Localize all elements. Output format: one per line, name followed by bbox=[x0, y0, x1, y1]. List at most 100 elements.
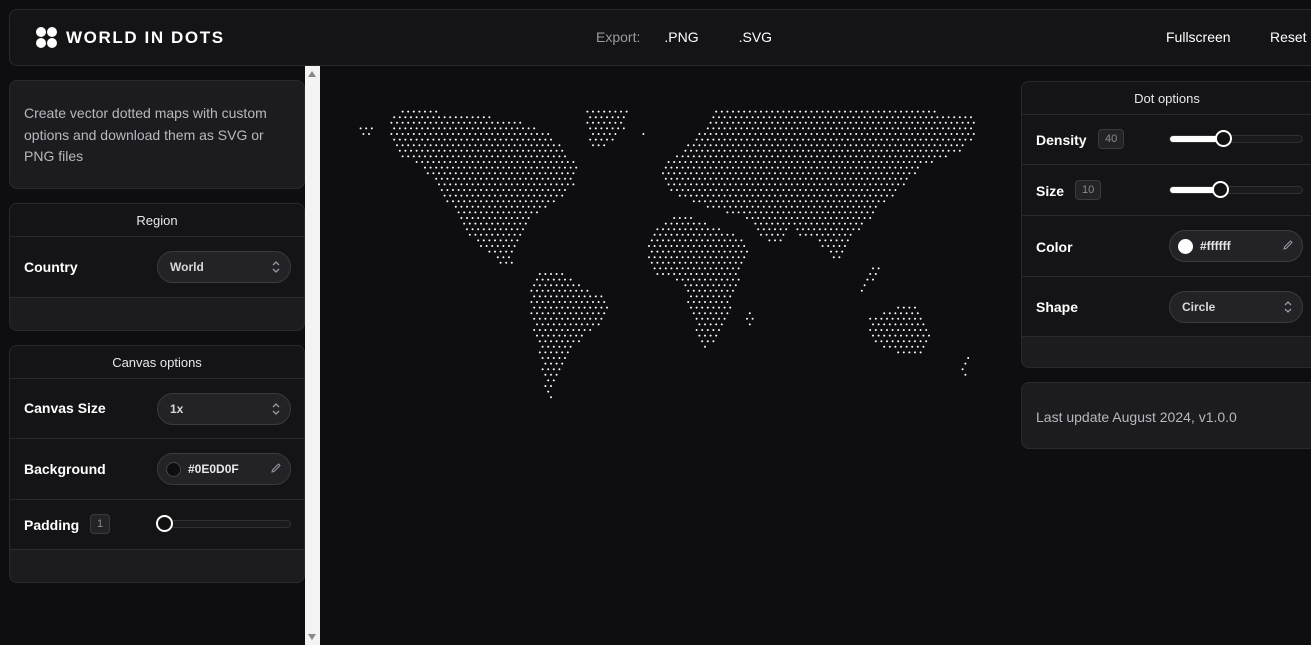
map-dot bbox=[404, 116, 407, 119]
map-dot bbox=[715, 334, 718, 337]
background-color-input[interactable]: #0E0D0F bbox=[157, 453, 291, 485]
map-dot bbox=[480, 233, 482, 236]
map-dot bbox=[897, 317, 900, 320]
map-dot bbox=[732, 155, 734, 158]
map-dot bbox=[681, 222, 684, 225]
map-dot bbox=[536, 177, 538, 180]
map-dot bbox=[790, 217, 793, 219]
fullscreen-button[interactable]: Fullscreen bbox=[1166, 29, 1231, 45]
map-dot bbox=[695, 228, 698, 231]
map-dot bbox=[690, 183, 692, 186]
pencil-icon[interactable] bbox=[1282, 239, 1294, 251]
map-dot bbox=[796, 149, 799, 152]
map-dot bbox=[513, 211, 516, 214]
scroll-down-icon[interactable] bbox=[308, 634, 316, 640]
map-dot bbox=[701, 284, 704, 287]
map-dot bbox=[930, 127, 933, 130]
app-logo[interactable]: WORLD IN DOTS bbox=[36, 27, 225, 49]
map-dot bbox=[412, 133, 415, 135]
map-dot bbox=[835, 161, 838, 163]
map-dot bbox=[440, 177, 443, 180]
map-dot bbox=[958, 149, 961, 152]
map-dot bbox=[762, 228, 765, 231]
map-dot bbox=[732, 289, 734, 292]
map-dot bbox=[390, 133, 393, 135]
pencil-icon[interactable] bbox=[270, 462, 282, 474]
map-dot bbox=[505, 239, 508, 242]
map-dot bbox=[463, 133, 466, 135]
map-dot bbox=[488, 250, 491, 253]
map-dot bbox=[762, 217, 765, 219]
map-dot bbox=[720, 301, 723, 303]
map-dot bbox=[482, 161, 485, 163]
map-dot bbox=[726, 289, 729, 292]
map-dot bbox=[706, 138, 709, 141]
map-dot bbox=[844, 222, 846, 225]
map-dot bbox=[771, 211, 774, 214]
map-dot bbox=[908, 127, 911, 130]
map-dot bbox=[712, 295, 715, 298]
map-dot bbox=[897, 183, 900, 186]
map-dot bbox=[944, 155, 947, 158]
map-dot bbox=[914, 351, 916, 354]
chevron-up-down-icon bbox=[272, 261, 280, 273]
map-dot bbox=[734, 250, 737, 253]
padding-slider[interactable] bbox=[156, 515, 291, 532]
map-dot bbox=[807, 172, 810, 175]
map-dot bbox=[656, 239, 659, 242]
density-label: Density bbox=[1036, 132, 1087, 148]
shape-select[interactable]: Circle bbox=[1169, 291, 1303, 323]
map-dot bbox=[510, 205, 513, 208]
map-dot bbox=[734, 284, 737, 287]
map-dot bbox=[810, 144, 813, 147]
map-dot bbox=[555, 149, 558, 152]
map-dot bbox=[877, 144, 880, 147]
map-dot bbox=[723, 295, 726, 298]
map-dot bbox=[897, 127, 900, 130]
map-dot bbox=[667, 228, 670, 231]
map-dot bbox=[712, 194, 715, 197]
map-dot bbox=[748, 110, 751, 113]
map-dot bbox=[527, 149, 530, 152]
map-dot bbox=[762, 183, 765, 186]
map-dot bbox=[552, 289, 555, 292]
map-dot bbox=[751, 194, 754, 197]
map-dot bbox=[541, 278, 544, 281]
density-slider[interactable] bbox=[1169, 130, 1303, 147]
map-dot bbox=[578, 317, 580, 320]
map-dot bbox=[502, 177, 505, 180]
scroll-up-icon[interactable] bbox=[308, 71, 316, 77]
map-dot bbox=[544, 273, 547, 275]
dot-color-input[interactable]: #ffffff bbox=[1169, 230, 1303, 262]
canvas-size-select[interactable]: 1x bbox=[157, 393, 291, 425]
map-dot bbox=[550, 295, 552, 298]
map-dot bbox=[947, 127, 950, 130]
map-dot bbox=[695, 273, 698, 275]
map-dot bbox=[883, 144, 886, 147]
map-dot bbox=[438, 183, 440, 186]
map-dot bbox=[928, 121, 930, 124]
map-dot bbox=[695, 317, 698, 320]
map-dot bbox=[726, 312, 729, 315]
reset-button[interactable]: Reset bbox=[1270, 29, 1307, 45]
size-slider-thumb[interactable] bbox=[1212, 181, 1229, 198]
export-png-button[interactable]: .PNG bbox=[664, 29, 698, 45]
map-dot bbox=[762, 194, 765, 197]
map-dot bbox=[734, 138, 737, 141]
density-slider-thumb[interactable] bbox=[1215, 130, 1232, 147]
sidebar-scrollbar[interactable] bbox=[305, 66, 320, 645]
map-dot bbox=[555, 194, 558, 197]
size-slider[interactable] bbox=[1169, 181, 1303, 198]
map-dot bbox=[536, 289, 538, 292]
export-svg-button[interactable]: .SVG bbox=[739, 29, 772, 45]
map-dot bbox=[914, 149, 916, 152]
map-dot bbox=[538, 351, 541, 354]
padding-slider-thumb[interactable] bbox=[156, 515, 173, 532]
map-dot bbox=[785, 116, 788, 119]
map-dot bbox=[720, 256, 723, 259]
map-dot bbox=[519, 133, 522, 135]
map-dot bbox=[732, 278, 734, 281]
map-dot bbox=[793, 200, 796, 203]
map-dot bbox=[412, 155, 415, 158]
country-select[interactable]: World bbox=[157, 251, 291, 283]
